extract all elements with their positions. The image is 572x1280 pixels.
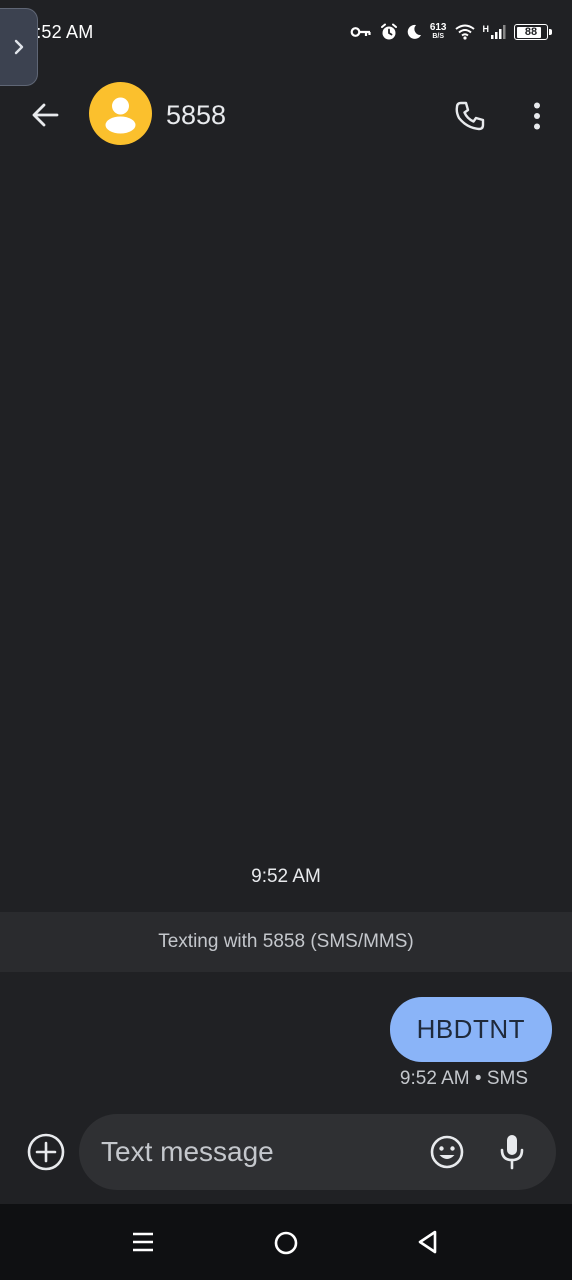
add-circle-icon	[27, 1133, 65, 1171]
outgoing-message-bubble[interactable]: HBDTNT	[389, 997, 552, 1062]
contact-name[interactable]: 5858	[166, 100, 226, 131]
network-speed: 613 B/S	[430, 23, 447, 41]
more-vert-icon	[534, 102, 540, 130]
conversation-timestamp: 9:52 AM	[251, 866, 321, 887]
chevron-right-icon	[14, 39, 23, 55]
add-attachment-button[interactable]	[26, 1132, 66, 1172]
recents-menu-icon	[133, 1232, 153, 1252]
back-arrow-icon	[32, 103, 59, 127]
system-back-button[interactable]	[416, 1229, 440, 1255]
status-icons: 613 B/S H 88	[350, 23, 552, 41]
message-text: HBDTNT	[416, 1014, 525, 1044]
microphone-icon	[500, 1135, 524, 1170]
emoji-icon	[430, 1135, 464, 1169]
message-composer	[79, 1114, 556, 1190]
do-not-disturb-moon-icon	[406, 24, 422, 40]
message-meta: 9:52 AM • SMS	[399, 1068, 528, 1089]
call-button[interactable]	[448, 94, 492, 138]
home-button[interactable]	[273, 1230, 299, 1256]
texting-with-banner: Texting with 5858 (SMS/MMS)	[0, 912, 572, 972]
recents-button[interactable]	[131, 1230, 155, 1254]
texting-with-label: Texting with 5858 (SMS/MMS)	[158, 931, 414, 952]
back-triangle-icon	[418, 1230, 437, 1254]
app-bar: 5858	[0, 80, 572, 152]
wifi-icon	[454, 24, 475, 40]
vpn-key-icon	[350, 25, 372, 39]
net-speed-unit: B/S	[432, 33, 444, 40]
network-type: H	[482, 24, 490, 34]
battery-icon: 88	[514, 24, 552, 40]
phone-call-icon	[455, 101, 485, 131]
emoji-button[interactable]	[429, 1134, 465, 1170]
status-bar: 9:52 AM 613 B/S H 88	[0, 0, 572, 64]
alarm-icon	[380, 23, 398, 41]
battery-level: 88	[524, 26, 538, 38]
more-options-button[interactable]	[518, 94, 556, 138]
voice-input-button[interactable]	[497, 1132, 527, 1172]
back-button[interactable]	[24, 94, 66, 136]
home-circle-icon	[274, 1231, 298, 1255]
contact-avatar-icon	[105, 97, 136, 134]
text-message-input[interactable]	[101, 1132, 401, 1172]
contact-avatar[interactable]	[89, 82, 152, 145]
side-panel-handle[interactable]	[0, 8, 38, 86]
net-speed-value: 613	[429, 22, 447, 33]
system-navigation-bar	[0, 1204, 572, 1280]
signal-icon: H	[483, 24, 507, 40]
